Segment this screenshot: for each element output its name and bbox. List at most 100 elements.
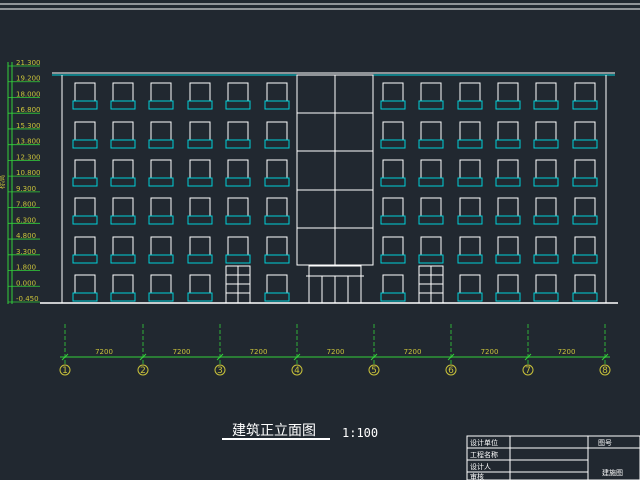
window: [459, 159, 481, 179]
window: [574, 82, 596, 102]
axis-label: 1: [62, 366, 68, 376]
window-sill: [457, 139, 483, 149]
window-sill: [495, 177, 521, 187]
title-block-row-label: 设计单位: [470, 438, 498, 447]
window-sill: [72, 215, 98, 225]
window-sill: [187, 254, 213, 264]
dimension-value: 7200: [404, 348, 422, 356]
window-sill: [225, 177, 251, 187]
window: [150, 82, 172, 102]
window: [535, 274, 557, 294]
level-label: 6.300: [16, 216, 36, 224]
window: [74, 121, 96, 141]
window: [535, 121, 557, 141]
window: [420, 82, 442, 102]
cad-drawing-canvas[interactable]: 21.300 19.200 18.000 16.800 15.300 13.800 12.3…: [0, 0, 640, 480]
level-side-label: 标高: [0, 175, 6, 189]
level-label: 4.800: [16, 232, 36, 240]
window: [227, 159, 249, 179]
window-sill: [148, 177, 174, 187]
window: [74, 197, 96, 217]
window: [497, 236, 519, 256]
window-sill: [264, 177, 290, 187]
window: [112, 274, 134, 294]
window: [150, 121, 172, 141]
axis-label: 3: [217, 366, 223, 376]
window-sill: [380, 254, 406, 264]
window: [74, 236, 96, 256]
window-sill: [495, 139, 521, 149]
window-sill: [72, 254, 98, 264]
window-sill: [148, 254, 174, 264]
window-sill: [418, 254, 444, 264]
level-label: 10.800: [16, 169, 41, 177]
window: [266, 274, 288, 294]
window-sill: [110, 254, 136, 264]
level-label: 15.300: [16, 122, 41, 130]
window-sill: [457, 100, 483, 110]
window: [112, 236, 134, 256]
window: [112, 159, 134, 179]
window: [227, 82, 249, 102]
dimension-value: 7200: [481, 348, 499, 356]
window: [266, 236, 288, 256]
window-sill: [380, 100, 406, 110]
window: [74, 274, 96, 294]
window: [382, 274, 404, 294]
window: [459, 236, 481, 256]
building-elevation: [40, 72, 618, 304]
axis-label: 8: [602, 366, 608, 376]
level-label: 1.800: [16, 264, 36, 272]
axis-label: 4: [294, 366, 300, 376]
window: [574, 274, 596, 294]
window-sill: [225, 100, 251, 110]
window: [535, 197, 557, 217]
window: [74, 159, 96, 179]
level-label: 9.300: [16, 185, 36, 193]
window: [382, 121, 404, 141]
window: [227, 197, 249, 217]
window: [574, 197, 596, 217]
window-sill: [110, 177, 136, 187]
window: [497, 82, 519, 102]
window: [382, 82, 404, 102]
window: [189, 236, 211, 256]
window-sill: [187, 100, 213, 110]
window-sill: [110, 139, 136, 149]
window-sill: [264, 254, 290, 264]
window-sill: [264, 139, 290, 149]
window-sill: [225, 139, 251, 149]
window: [189, 82, 211, 102]
window-sill: [380, 139, 406, 149]
window: [535, 82, 557, 102]
window-sill: [148, 215, 174, 225]
window: [497, 159, 519, 179]
title-block-row-label: 工程名称: [470, 450, 498, 459]
window: [497, 274, 519, 294]
window: [266, 82, 288, 102]
window: [574, 236, 596, 256]
window-sill: [495, 215, 521, 225]
level-label: 12.300: [16, 153, 41, 161]
window-sill: [380, 177, 406, 187]
window: [112, 121, 134, 141]
window-sill: [418, 177, 444, 187]
window: [266, 197, 288, 217]
window-sill: [225, 254, 251, 264]
window: [266, 121, 288, 141]
window: [535, 236, 557, 256]
window-sill: [264, 292, 290, 302]
window: [535, 159, 557, 179]
window-sill: [457, 254, 483, 264]
window-sill: [380, 292, 406, 302]
window: [420, 197, 442, 217]
window: [150, 274, 172, 294]
window-sill: [495, 292, 521, 302]
window: [150, 197, 172, 217]
window-sill: [72, 139, 98, 149]
window-sill: [72, 292, 98, 302]
window: [150, 159, 172, 179]
window-sill: [572, 215, 598, 225]
window: [382, 159, 404, 179]
window-sill: [148, 139, 174, 149]
